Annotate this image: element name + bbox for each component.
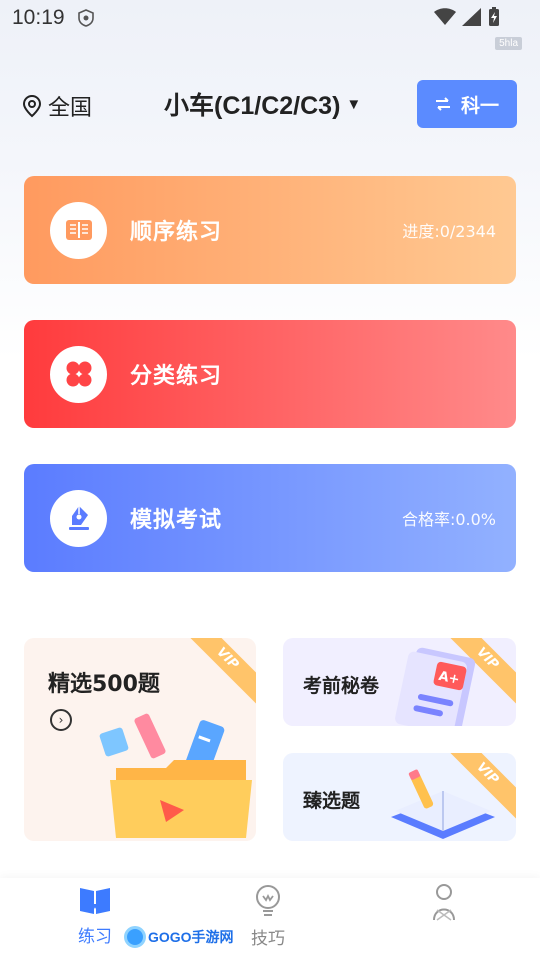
open-notebook-illustration [391,769,495,839]
watermark-tag: 5hla [495,37,522,50]
four-petal-icon [66,361,91,387]
gogo-watermark-logo: GOGO手游网 [124,926,234,948]
premium-selected-tile[interactable]: 臻选题 VIP [283,753,516,841]
location-label: 全国 [48,96,93,121]
tile-title: 考前秘卷 [303,675,380,697]
user-icon [433,884,455,921]
status-bar: 10:19 5hla [0,0,540,50]
status-time: 10:19 [12,6,65,29]
shield-icon [78,9,94,27]
subject-label: 科一 [460,94,499,117]
vip-badge: VIP [180,638,256,706]
nav-tips[interactable]: 技巧 [228,884,308,949]
tile-title: 臻选题 [303,790,361,812]
fountain-pen-icon [68,506,89,530]
lightbulb-icon [256,885,280,916]
pass-rate-text: 合格率:0.0% [401,510,496,529]
caret-down-icon: ▼ [346,95,362,113]
nav-label: 技巧 [251,929,285,949]
selected-500-tile[interactable]: 精选500题 › VIP [24,638,256,841]
category-practice-card[interactable]: 分类练习 [24,320,516,428]
subject-switch-button[interactable]: 科一 [417,80,517,128]
nav-label: 练习 [78,927,112,947]
card-title: 顺序练习 [130,220,223,245]
nav-profile[interactable] [404,884,484,930]
mock-exam-card[interactable]: 模拟考试 合格率:0.0% [24,464,516,572]
vehicle-type-selector[interactable]: 小车(C1/C2/C3) ▼ [164,86,361,122]
swap-icon [435,97,450,111]
tile-title: 精选500题 [48,672,160,697]
status-icons [434,7,500,27]
exam-paper-illustration: A+ [395,647,476,726]
card-title: 模拟考试 [130,508,223,533]
signal-icon [462,8,481,26]
book-icon [80,888,110,914]
wifi-icon [434,8,456,25]
arrow-right-icon: › [50,709,72,731]
gogo-logo-text: GOGO手游网 [148,929,234,945]
nav-practice[interactable]: 练习 [55,884,135,947]
progress-text: 进度:0/2344 [402,222,496,241]
gogo-logo-icon [124,926,146,948]
folder-illustration [99,713,252,838]
pre-exam-secret-tile[interactable]: 考前秘卷 VIP A+ [283,638,516,726]
open-book-icon [65,220,92,240]
battery-icon [489,7,499,26]
location-selector[interactable]: 全国 [22,90,92,122]
pen-icon-circle [50,489,107,547]
card-title: 分类练习 [130,364,223,389]
bottom-nav: 练习 技巧 [0,878,540,960]
vehicle-type-label: 小车(C1/C2/C3) [164,92,341,120]
location-pin-icon [22,94,42,118]
grid-icon-circle [50,345,107,403]
sequential-practice-card[interactable]: 顺序练习 进度:0/2344 [24,176,516,284]
book-icon-circle [50,201,107,259]
